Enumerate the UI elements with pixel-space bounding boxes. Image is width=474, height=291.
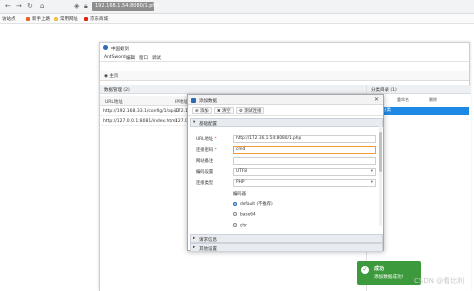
window-titlebar: 中国蚁剑 <box>100 43 469 53</box>
window-title: 中国蚁剑 <box>111 46 129 52</box>
url-input[interactable]: http://172.16.1.54:8080/1.php <box>233 135 376 143</box>
clear-button[interactable]: ✖ 清空 <box>214 107 234 114</box>
test-connection-button[interactable]: ⚙ 测试连接 <box>236 107 265 114</box>
password-input[interactable]: cmd <box>233 146 376 154</box>
dialog-titlebar: 添加数据 ✕ <box>188 95 383 105</box>
radio-default[interactable]: default (不推荐) <box>233 201 273 207</box>
add-button[interactable]: ⊕ 添加 <box>192 107 212 114</box>
radio-icon <box>233 212 237 216</box>
lock-icon: 🔒︎ <box>84 2 88 10</box>
antsword-logo-icon <box>103 45 108 50</box>
column-header-url[interactable]: URL地址 <box>105 99 123 105</box>
reload-icon[interactable]: ↻ <box>27 2 33 10</box>
shield-icon: ◈ <box>74 2 80 10</box>
dialog-title: 添加数据 <box>199 98 217 104</box>
data-panel-title: 数据管理 (2) <box>104 88 130 93</box>
section-basic-config[interactable]: ▾ 基础配置 <box>190 118 383 127</box>
firefox-icon <box>26 16 30 21</box>
menu-bar: AntSword 编辑 窗口 调试 <box>100 53 469 62</box>
scrollbar-thumb[interactable] <box>379 132 382 172</box>
cell-ip: 127.0 <box>175 118 188 124</box>
browser-address-bar: ← → ↻ ⌂ ◈ 🔒︎ 192.168.1.54:8080/1.php <box>0 0 474 14</box>
url-field[interactable]: 192.168.1.54:8080/1.php <box>92 2 159 11</box>
radio-selected-icon <box>233 201 237 206</box>
menu-debug[interactable]: 调试 <box>152 55 161 61</box>
category-panel-title: 分类目录 (1) <box>371 88 397 93</box>
radio-chr[interactable]: chr <box>233 223 247 229</box>
radio-icon <box>233 223 237 227</box>
bookmarks-bar: 访站点 新手上路 常用网址 京东商城 <box>0 14 474 24</box>
dialog-scrollbar[interactable] <box>379 126 382 226</box>
dialog-toolbar: ⊕ 添加 ✖ 清空 ⚙ 测试连接 <box>188 105 383 116</box>
check-icon: ✓ <box>361 266 369 274</box>
chevron-right-icon: ▸ <box>193 245 196 250</box>
form-row-encoding: 编码设置 UTF8 <box>196 168 378 176</box>
bookmark-item[interactable]: 访站点 <box>2 16 16 22</box>
encoding-select[interactable]: UTF8 <box>233 168 376 176</box>
type-select[interactable]: PHP <box>233 179 376 187</box>
form-row-encoder: 编码器 default (不推荐) base64 chr <box>196 190 378 230</box>
form-row-url: URL地址 * http://172.16.1.54:8080/1.php <box>196 135 378 143</box>
encoding-label: 编码设置 <box>196 170 214 175</box>
chevron-right-icon: ▸ <box>193 236 196 241</box>
tab-strip: ◉ 主页 <box>100 71 469 81</box>
close-icon[interactable]: ✕ <box>374 96 379 103</box>
jd-icon <box>84 16 88 21</box>
note-label: 网站备注 <box>196 159 214 164</box>
password-label: 连接密码 * <box>196 148 217 153</box>
dialog-icon <box>191 97 196 103</box>
folder-icon <box>54 16 58 21</box>
toast-title: 成功 <box>374 266 385 272</box>
url-label: URL地址 * <box>196 137 217 142</box>
category-panel-header: 分类目录 (1) <box>367 85 471 94</box>
section-other-settings[interactable]: ▸ 其他设置 <box>190 243 383 252</box>
bookmark-item[interactable]: 常用网址 <box>54 16 78 22</box>
category-rename-button[interactable]: 重命名 <box>397 97 409 103</box>
cell-url: http://192.168.33.1/config/1/api/3 <box>103 108 180 114</box>
form-row-type: 连接类型 PHP <box>196 179 378 187</box>
form-row-note: 网站备注 <box>196 157 378 165</box>
menu-antsword[interactable]: AntSword <box>104 55 126 60</box>
menu-edit[interactable]: 编辑 <box>126 55 135 61</box>
note-input[interactable] <box>233 157 376 165</box>
bookmark-item[interactable]: 新手上路 <box>26 16 50 22</box>
radio-base64[interactable]: base64 <box>233 212 256 218</box>
add-data-dialog: 添加数据 ✕ ⊕ 添加 ✖ 清空 ⚙ 测试连接 ▾ 基础配置 URL地址 * h… <box>187 94 384 252</box>
chevron-down-icon: ▾ <box>193 120 196 125</box>
form-row-password: 连接密码 * cmd <box>196 146 378 154</box>
menu-window[interactable]: 窗口 <box>139 55 148 61</box>
category-delete-button[interactable]: 删除 <box>429 97 437 103</box>
section-request-info[interactable]: ▸ 请求信息 <box>190 234 383 243</box>
category-item-default[interactable]: 默认分类 <box>369 107 469 115</box>
home-icon[interactable]: ⌂ <box>40 2 44 10</box>
tab-home[interactable]: ◉ 主页 <box>104 73 118 79</box>
type-label: 连接类型 <box>196 181 214 186</box>
bookmark-item[interactable]: 京东商城 <box>84 16 108 22</box>
toast-message: 添加数据成功! <box>374 275 404 280</box>
back-icon[interactable]: ← <box>5 2 11 10</box>
data-panel-header: 数据管理 (2) <box>100 85 366 94</box>
forward-icon[interactable]: → <box>16 2 22 10</box>
success-toast: ✓ 成功 添加数据成功! <box>357 261 421 285</box>
cell-url: http://127.0.0.1:8081/index.html <box>103 118 177 124</box>
watermark: CSDN @看比利 <box>414 277 465 285</box>
encoder-label: 编码器 <box>233 192 246 197</box>
